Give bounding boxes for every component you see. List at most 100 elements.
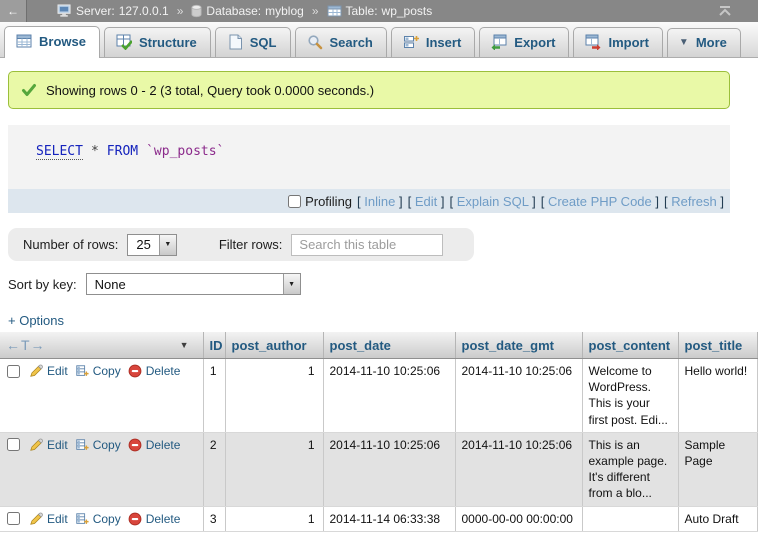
breadcrumb-database[interactable]: Database: myblog [191, 4, 303, 18]
tab-browse[interactable]: Browse [4, 26, 100, 58]
sql-keyword-from: FROM [107, 144, 138, 159]
options-toggle-link[interactable]: + Options [8, 313, 64, 328]
copy-icon [75, 364, 89, 378]
cell-post-title[interactable]: Auto Draft [678, 506, 757, 531]
tab-export-label: Export [514, 35, 555, 50]
sort-key-select[interactable]: None ▼ [86, 273, 301, 295]
copy-icon [75, 512, 89, 526]
back-button[interactable]: ← [0, 0, 27, 22]
cell-post-title[interactable]: Sample Page [678, 432, 757, 506]
breadcrumb-separator: » [177, 4, 184, 18]
table-label: Table: [346, 4, 378, 18]
row-checkbox[interactable] [7, 365, 20, 378]
back-arrow-icon: ← [7, 4, 19, 18]
cell-post-date[interactable]: 2014-11-14 06:33:38 [323, 506, 455, 531]
table-row: Edit Copy [0, 359, 757, 433]
sql-icon [227, 34, 243, 50]
edit-label: Edit [47, 511, 68, 527]
filter-rows-input[interactable] [291, 234, 443, 256]
header-post-date[interactable]: post_date [323, 332, 455, 359]
tab-insert[interactable]: Insert [391, 27, 475, 57]
row-checkbox[interactable] [7, 438, 20, 451]
sort-key-value: None [87, 274, 283, 294]
copy-icon [75, 438, 89, 452]
database-value[interactable]: myblog [265, 4, 304, 18]
query-panel: SELECT*FROM`wp_posts` Profiling Inline E… [8, 125, 730, 213]
table-value[interactable]: wp_posts [382, 4, 433, 18]
server-icon [57, 4, 72, 18]
cell-post-author[interactable]: 1 [225, 359, 323, 433]
profiling-checkbox[interactable] [288, 195, 301, 208]
row-actions-cell: Edit Copy [0, 359, 203, 433]
cell-id[interactable]: 3 [203, 506, 225, 531]
server-label: Server: [76, 4, 115, 18]
cell-post-content[interactable]: This is an example page. It's different … [582, 432, 678, 506]
cell-post-date-gmt[interactable]: 0000-00-00 00:00:00 [455, 506, 582, 531]
tab-sql[interactable]: SQL [215, 27, 291, 57]
rows-per-page-select[interactable]: 25 ▼ [127, 234, 176, 256]
refresh-link[interactable]: Refresh [664, 194, 724, 209]
tab-more[interactable]: ▼ More [667, 28, 741, 57]
pencil-icon [29, 364, 43, 378]
cell-id[interactable]: 2 [203, 432, 225, 506]
pencil-icon [29, 512, 43, 526]
copy-row-link[interactable]: Copy [75, 437, 121, 453]
tab-structure[interactable]: Structure [104, 27, 211, 57]
cell-post-date[interactable]: 2014-11-10 10:25:06 [323, 432, 455, 506]
table-row: Edit Copy [0, 432, 757, 506]
copy-label: Copy [93, 363, 121, 379]
row-checkbox[interactable] [7, 512, 20, 525]
filter-rows-label: Filter rows: [219, 237, 283, 252]
table-header-row: ←T→ ▼ ID post_author post_date post_date… [0, 332, 757, 359]
tab-export[interactable]: Export [479, 27, 569, 57]
cell-post-date-gmt[interactable]: 2014-11-10 10:25:06 [455, 432, 582, 506]
table-icon [327, 4, 342, 18]
delete-row-link[interactable]: Delete [128, 437, 181, 453]
profiling-toggle[interactable]: Profiling [288, 194, 352, 209]
header-post-date-gmt[interactable]: post_date_gmt [455, 332, 582, 359]
breadcrumb-server[interactable]: Server: 127.0.0.1 [57, 4, 169, 18]
collapse-icon [718, 5, 732, 17]
export-icon [491, 34, 507, 50]
collapse-panel-button[interactable] [718, 5, 732, 17]
inline-link[interactable]: Inline [357, 194, 403, 209]
copy-row-link[interactable]: Copy [75, 363, 121, 379]
select-arrow-icon: ▼ [283, 274, 300, 294]
edit-query-link[interactable]: Edit [408, 194, 445, 209]
header-post-title[interactable]: post_title [678, 332, 757, 359]
cell-post-title[interactable]: Hello world! [678, 359, 757, 433]
cell-post-author[interactable]: 1 [225, 432, 323, 506]
breadcrumb-table[interactable]: Table: wp_posts [327, 4, 433, 18]
cell-post-content[interactable]: Welcome to WordPress. This is your first… [582, 359, 678, 433]
chevron-down-icon: ▼ [679, 37, 689, 48]
sort-caret-icon[interactable]: ▼ [180, 340, 189, 350]
delete-row-link[interactable]: Delete [128, 511, 181, 527]
copy-row-link[interactable]: Copy [75, 511, 121, 527]
edit-row-link[interactable]: Edit [29, 511, 68, 527]
edit-row-link[interactable]: Edit [29, 363, 68, 379]
tab-import[interactable]: Import [573, 27, 662, 57]
explain-sql-link[interactable]: Explain SQL [449, 194, 535, 209]
insert-icon [403, 34, 419, 50]
edit-label: Edit [47, 437, 68, 453]
cell-post-date[interactable]: 2014-11-10 10:25:06 [323, 359, 455, 433]
sql-table-identifier: `wp_posts` [146, 144, 224, 159]
tab-sql-label: SQL [250, 35, 277, 50]
header-post-author[interactable]: post_author [225, 332, 323, 359]
cell-post-content[interactable] [582, 506, 678, 531]
header-post-content[interactable]: post_content [582, 332, 678, 359]
cell-post-date-gmt[interactable]: 2014-11-10 10:25:06 [455, 359, 582, 433]
cell-id[interactable]: 1 [203, 359, 225, 433]
tab-search[interactable]: Search [295, 27, 387, 57]
server-value[interactable]: 127.0.0.1 [119, 4, 169, 18]
query-toolbar: Profiling Inline Edit Explain SQL Create… [8, 189, 730, 213]
cell-post-author[interactable]: 1 [225, 506, 323, 531]
header-id[interactable]: ID [203, 332, 225, 359]
delete-row-link[interactable]: Delete [128, 363, 181, 379]
results-table: ←T→ ▼ ID post_author post_date post_date… [0, 332, 758, 532]
create-php-code-link[interactable]: Create PHP Code [541, 194, 659, 209]
tab-bar: Browse Structure SQL Search I [0, 22, 758, 58]
delete-label: Delete [146, 437, 181, 453]
number-of-rows-label: Number of rows: [23, 237, 118, 252]
edit-row-link[interactable]: Edit [29, 437, 68, 453]
